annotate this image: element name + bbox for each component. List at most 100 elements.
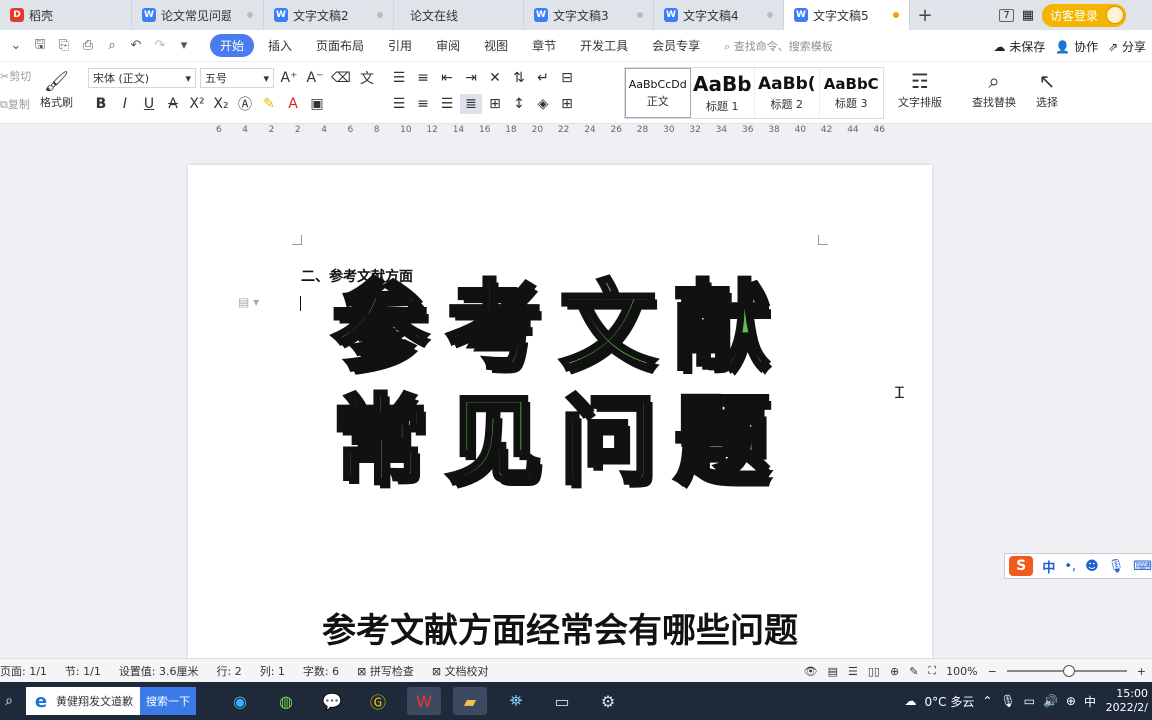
network-app-icon[interactable]: ⛯: [499, 687, 533, 715]
unsaved-status[interactable]: ☁ 未保存: [993, 38, 1045, 55]
video-camera-icon[interactable]: ▭: [545, 687, 579, 715]
ribbon-tab-6[interactable]: 章节: [522, 34, 566, 57]
shading-icon[interactable]: ◈: [532, 94, 554, 114]
align-left-icon[interactable]: ☰: [388, 94, 410, 114]
shrink-font-icon[interactable]: A⁻: [304, 68, 326, 88]
weather-text[interactable]: 0°C 多云: [924, 693, 974, 710]
find-replace-button[interactable]: ⌕ 查找替换: [972, 68, 1016, 110]
collab-button[interactable]: 👤 协作: [1055, 38, 1098, 55]
ribbon-tab-8[interactable]: 会员专享: [642, 34, 710, 57]
wps-office-icon[interactable]: W: [407, 687, 441, 715]
keyboard-icon[interactable]: ⌨: [1133, 559, 1152, 574]
start-search-icon[interactable]: ⌕: [0, 687, 26, 715]
font-name-select[interactable]: 宋体 (正文) ▾: [88, 68, 196, 88]
web-view-icon[interactable]: ⊕: [890, 665, 899, 678]
page-view-icon[interactable]: ▤: [828, 665, 838, 678]
ime-punctuation-toggle[interactable]: •,: [1064, 559, 1076, 574]
text-effect-icon[interactable]: Ⓐ: [234, 94, 256, 114]
fit-page-icon[interactable]: ⛶: [928, 664, 936, 678]
edge-browser-icon[interactable]: ◉: [223, 687, 257, 715]
style-heading-1[interactable]: AaBb 标题 1: [691, 68, 755, 118]
display-tray-icon[interactable]: ▭: [1024, 694, 1035, 708]
taskbar-search-button[interactable]: 搜索一下: [140, 687, 196, 715]
export-pdf-icon[interactable]: ⎘: [56, 38, 72, 54]
mic-tray-icon[interactable]: 🎙: [1000, 694, 1015, 708]
tab-stops-icon[interactable]: ⊟: [556, 68, 578, 88]
font-size-select[interactable]: 五号 ▾: [200, 68, 274, 88]
status-page[interactable]: 页面: 1/1: [0, 663, 47, 679]
zoom-slider[interactable]: [1006, 665, 1127, 677]
style-normal[interactable]: AaBbCcDd 正文: [625, 68, 691, 118]
ribbon-tab-4[interactable]: 审阅: [426, 34, 470, 57]
format-painter-button[interactable]: 🖌 格式刷: [40, 68, 73, 110]
microphone-icon[interactable]: 🎙: [1108, 559, 1125, 574]
tab-paper-online[interactable]: 论文在线: [394, 0, 524, 30]
ribbon-tab-3[interactable]: 引用: [378, 34, 422, 57]
status-words[interactable]: 字数: 6: [303, 663, 339, 679]
write-view-icon[interactable]: ✎: [909, 665, 918, 678]
customize-icon[interactable]: ▾: [176, 38, 192, 54]
bold-icon[interactable]: B: [90, 94, 112, 114]
ime-tray-icon[interactable]: 中: [1084, 693, 1096, 710]
tab-doc-5[interactable]: W 文字文稿5: [784, 0, 910, 30]
ribbon-tab-1[interactable]: 插入: [258, 34, 302, 57]
chinese-layout-icon[interactable]: ✕: [484, 68, 506, 88]
ime-lang-toggle[interactable]: 中: [1042, 557, 1055, 576]
distribute-icon[interactable]: ⊞: [484, 94, 506, 114]
char-border-icon[interactable]: ▣: [306, 94, 328, 114]
cut-button[interactable]: ✂剪切: [0, 68, 31, 84]
emoji-icon[interactable]: ☻: [1085, 559, 1099, 574]
window-count-badge[interactable]: 7: [999, 8, 1014, 22]
eye-protect-icon[interactable]: 👁: [804, 665, 818, 678]
select-button[interactable]: ↖ 选择: [1036, 68, 1058, 110]
wechat-icon[interactable]: 💬: [315, 687, 349, 715]
line-spacing-icon[interactable]: ↕: [508, 94, 530, 114]
show-marks-icon[interactable]: ↵: [532, 68, 554, 88]
clock[interactable]: 15:00 2022/2/: [1104, 687, 1148, 715]
numbered-list-icon[interactable]: ≡: [412, 68, 434, 88]
align-right-icon[interactable]: ☰: [436, 94, 458, 114]
proofread-button[interactable]: ⊠ 文档校对: [432, 663, 489, 679]
font-color-icon[interactable]: A: [282, 94, 304, 114]
zoom-slider-knob[interactable]: [1063, 665, 1076, 677]
horizontal-ruler[interactable]: 6 4 2 2 4 6 8 10 12 14 16 18 20 22 24 26 28 30 32 34 36 38 40 4…: [0, 124, 1152, 138]
zoom-level[interactable]: 100%: [946, 665, 977, 678]
document-page[interactable]: 二、参考文献方面 ▤ ▾ 参考文献 常见问题 参考文献方面经常会有哪些问题: [188, 165, 932, 665]
outline-view-icon[interactable]: ☰: [848, 665, 858, 678]
tab-doc-2[interactable]: W 文字文稿2: [264, 0, 394, 30]
tab-doc-paper-issues[interactable]: W 论文常见问题: [132, 0, 264, 30]
bullet-list-icon[interactable]: ☰: [388, 68, 410, 88]
sogou-logo-icon[interactable]: S: [1009, 556, 1034, 576]
highlight-icon[interactable]: ✎: [258, 94, 280, 114]
print-preview-icon[interactable]: ⌕: [104, 38, 120, 54]
guest-login-button[interactable]: 访客登录: [1041, 3, 1126, 27]
copy-button[interactable]: ⧉复制: [0, 96, 30, 112]
tab-doc-4[interactable]: W 文字文稿4: [654, 0, 784, 30]
phonetic-icon[interactable]: 文: [356, 68, 378, 88]
underline-icon[interactable]: U: [138, 94, 160, 114]
redo-icon[interactable]: ↷: [152, 38, 168, 54]
green-app-icon[interactable]: ◍: [269, 687, 303, 715]
zoom-in-icon[interactable]: +: [1137, 665, 1146, 678]
style-heading-2[interactable]: AaBb( 标题 2: [755, 68, 820, 118]
align-center-icon[interactable]: ≡: [412, 94, 434, 114]
share-button[interactable]: ⇗ 分享: [1108, 38, 1146, 55]
borders-icon[interactable]: ⊞: [556, 94, 578, 114]
new-tab-button[interactable]: +: [910, 0, 940, 30]
clear-format-icon[interactable]: ⌫: [330, 68, 352, 88]
tab-doc-3[interactable]: W 文字文稿3: [524, 0, 654, 30]
read-view-icon[interactable]: ▯▯: [868, 665, 880, 678]
increase-indent-icon[interactable]: ⇥: [460, 68, 482, 88]
sort-icon[interactable]: ⇅: [508, 68, 530, 88]
italic-icon[interactable]: I: [114, 94, 136, 114]
misc-app-icon[interactable]: ⚙: [591, 687, 625, 715]
chrome-g-icon[interactable]: Ⓖ: [361, 687, 395, 715]
text-layout-button[interactable]: ☶ 文字排版: [898, 68, 942, 110]
ribbon-tab-2[interactable]: 页面布局: [306, 34, 374, 57]
zoom-out-icon[interactable]: −: [988, 665, 997, 678]
tray-expand-icon[interactable]: ⌃: [982, 694, 992, 708]
subscript-icon[interactable]: X₂: [210, 94, 232, 114]
tab-docer[interactable]: D 稻壳: [0, 0, 132, 30]
superscript-icon[interactable]: X²: [186, 94, 208, 114]
grid-icon[interactable]: ▦: [1022, 8, 1034, 23]
